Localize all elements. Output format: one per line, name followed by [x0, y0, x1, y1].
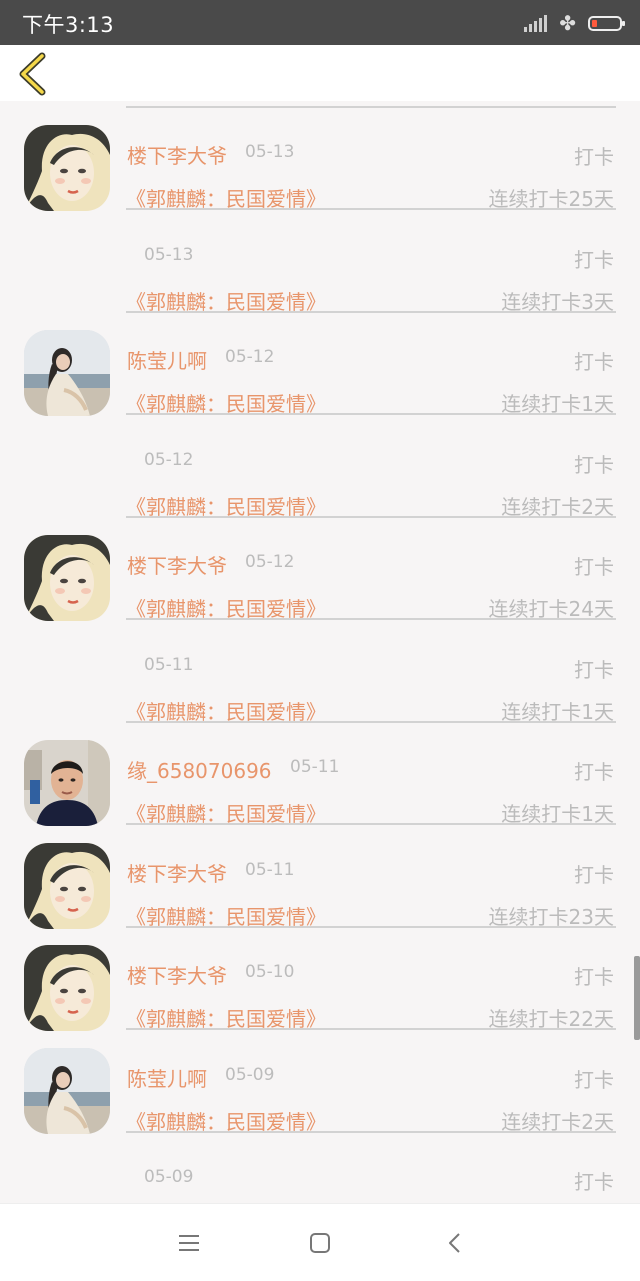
checkin-action: 打卡 — [574, 555, 614, 579]
checkin-list[interactable]: 楼下李大爷 05-13 打卡 《郭麒麟：民国爱情》 连续打卡25天 05-13 打卡 《郭麒麟… — [0, 101, 640, 1203]
battery-icon — [588, 15, 625, 31]
checkin-row[interactable]: 05-09 打卡 — [0, 1133, 640, 1203]
checkin-date: 05-11 — [245, 859, 295, 880]
checkin-action: 打卡 — [574, 657, 614, 682]
checkin-row[interactable]: 05-11 打卡 《郭麒麟：民国爱情》 连续打卡1天 — [0, 621, 640, 724]
user-avatar[interactable] — [24, 330, 110, 416]
signal-icon — [524, 14, 548, 32]
checkin-date: 05-11 — [144, 654, 194, 675]
checkin-action: 打卡 — [574, 1067, 614, 1092]
menu-icon[interactable] — [176, 1230, 202, 1256]
clover-icon: ✤ — [559, 11, 576, 35]
user-name[interactable]: 陈莹儿啊 — [127, 1063, 207, 1092]
checkin-action: 打卡 — [574, 965, 614, 989]
checkin-action: 打卡 — [574, 145, 614, 169]
checkin-date: 05-13 — [144, 244, 194, 265]
checkin-date: 05-09 — [144, 1167, 194, 1187]
user-name[interactable]: 楼下李大爷 — [127, 858, 227, 887]
checkin-date: 05-12 — [144, 449, 194, 470]
status-time: 下午3:13 — [22, 13, 115, 37]
status-bar: 下午3:13 ✤ — [0, 0, 640, 45]
checkin-row[interactable]: 05-12 打卡 《郭麒麟：民国爱情》 连续打卡2天 — [0, 416, 640, 519]
back-triangle-icon[interactable] — [442, 1230, 468, 1256]
user-name[interactable]: 缘_658070696 — [127, 755, 272, 784]
checkin-date: 05-09 — [225, 1064, 275, 1085]
checkin-date: 05-11 — [290, 757, 340, 777]
back-chevron-icon[interactable] — [12, 50, 58, 96]
checkin-action: 打卡 — [574, 247, 614, 272]
home-square-icon[interactable] — [307, 1230, 333, 1256]
status-icons: ✤ — [524, 11, 625, 35]
checkin-action: 打卡 — [574, 350, 614, 374]
checkin-action: 打卡 — [574, 760, 614, 784]
checkin-row[interactable]: 楼下李大爷 05-11 打卡 《郭麒麟：民国爱情》 连续打卡23天 — [0, 826, 640, 929]
checkin-row[interactable]: 缘_658070696 05-11 打卡 《郭麒麟：民国爱情》 连续打卡1天 — [0, 723, 640, 826]
checkin-date: 05-12 — [245, 552, 295, 572]
checkin-row[interactable]: 楼下李大爷 05-13 打卡 《郭麒麟：民国爱情》 连续打卡25天 — [0, 108, 640, 211]
user-avatar[interactable] — [24, 945, 110, 1031]
user-avatar[interactable] — [24, 1047, 110, 1134]
checkin-action: 打卡 — [574, 452, 614, 477]
checkin-date: 05-10 — [245, 962, 295, 982]
user-avatar[interactable] — [24, 125, 110, 211]
user-avatar[interactable] — [24, 740, 110, 826]
user-name[interactable]: 楼下李大爷 — [127, 550, 227, 579]
user-avatar[interactable] — [24, 842, 110, 929]
checkin-action: 打卡 — [574, 862, 614, 887]
checkin-row[interactable]: 陈莹儿啊 05-12 打卡 《郭麒麟：民国爱情》 连续打卡1天 — [0, 313, 640, 416]
checkin-row[interactable]: 陈莹儿啊 05-09 打卡 《郭麒麟：民国爱情》 连续打卡2天 — [0, 1031, 640, 1134]
checkin-date: 05-13 — [245, 142, 295, 162]
user-name[interactable]: 陈莹儿啊 — [127, 345, 207, 374]
checkin-row[interactable]: 楼下李大爷 05-10 打卡 《郭麒麟：民国爱情》 连续打卡22天 — [0, 928, 640, 1031]
checkin-date: 05-12 — [225, 347, 275, 367]
checkin-row[interactable]: 楼下李大爷 05-12 打卡 《郭麒麟：民国爱情》 连续打卡24天 — [0, 518, 640, 621]
checkin-row[interactable]: 05-13 打卡 《郭麒麟：民国爱情》 连续打卡3天 — [0, 211, 640, 314]
system-nav-bar — [0, 1203, 640, 1281]
user-name[interactable]: 楼下李大爷 — [127, 140, 227, 169]
user-name[interactable]: 楼下李大爷 — [127, 960, 227, 989]
scrollbar[interactable] — [634, 956, 640, 1040]
header — [0, 45, 640, 101]
user-avatar[interactable] — [24, 535, 110, 621]
checkin-action: 打卡 — [574, 1170, 614, 1194]
